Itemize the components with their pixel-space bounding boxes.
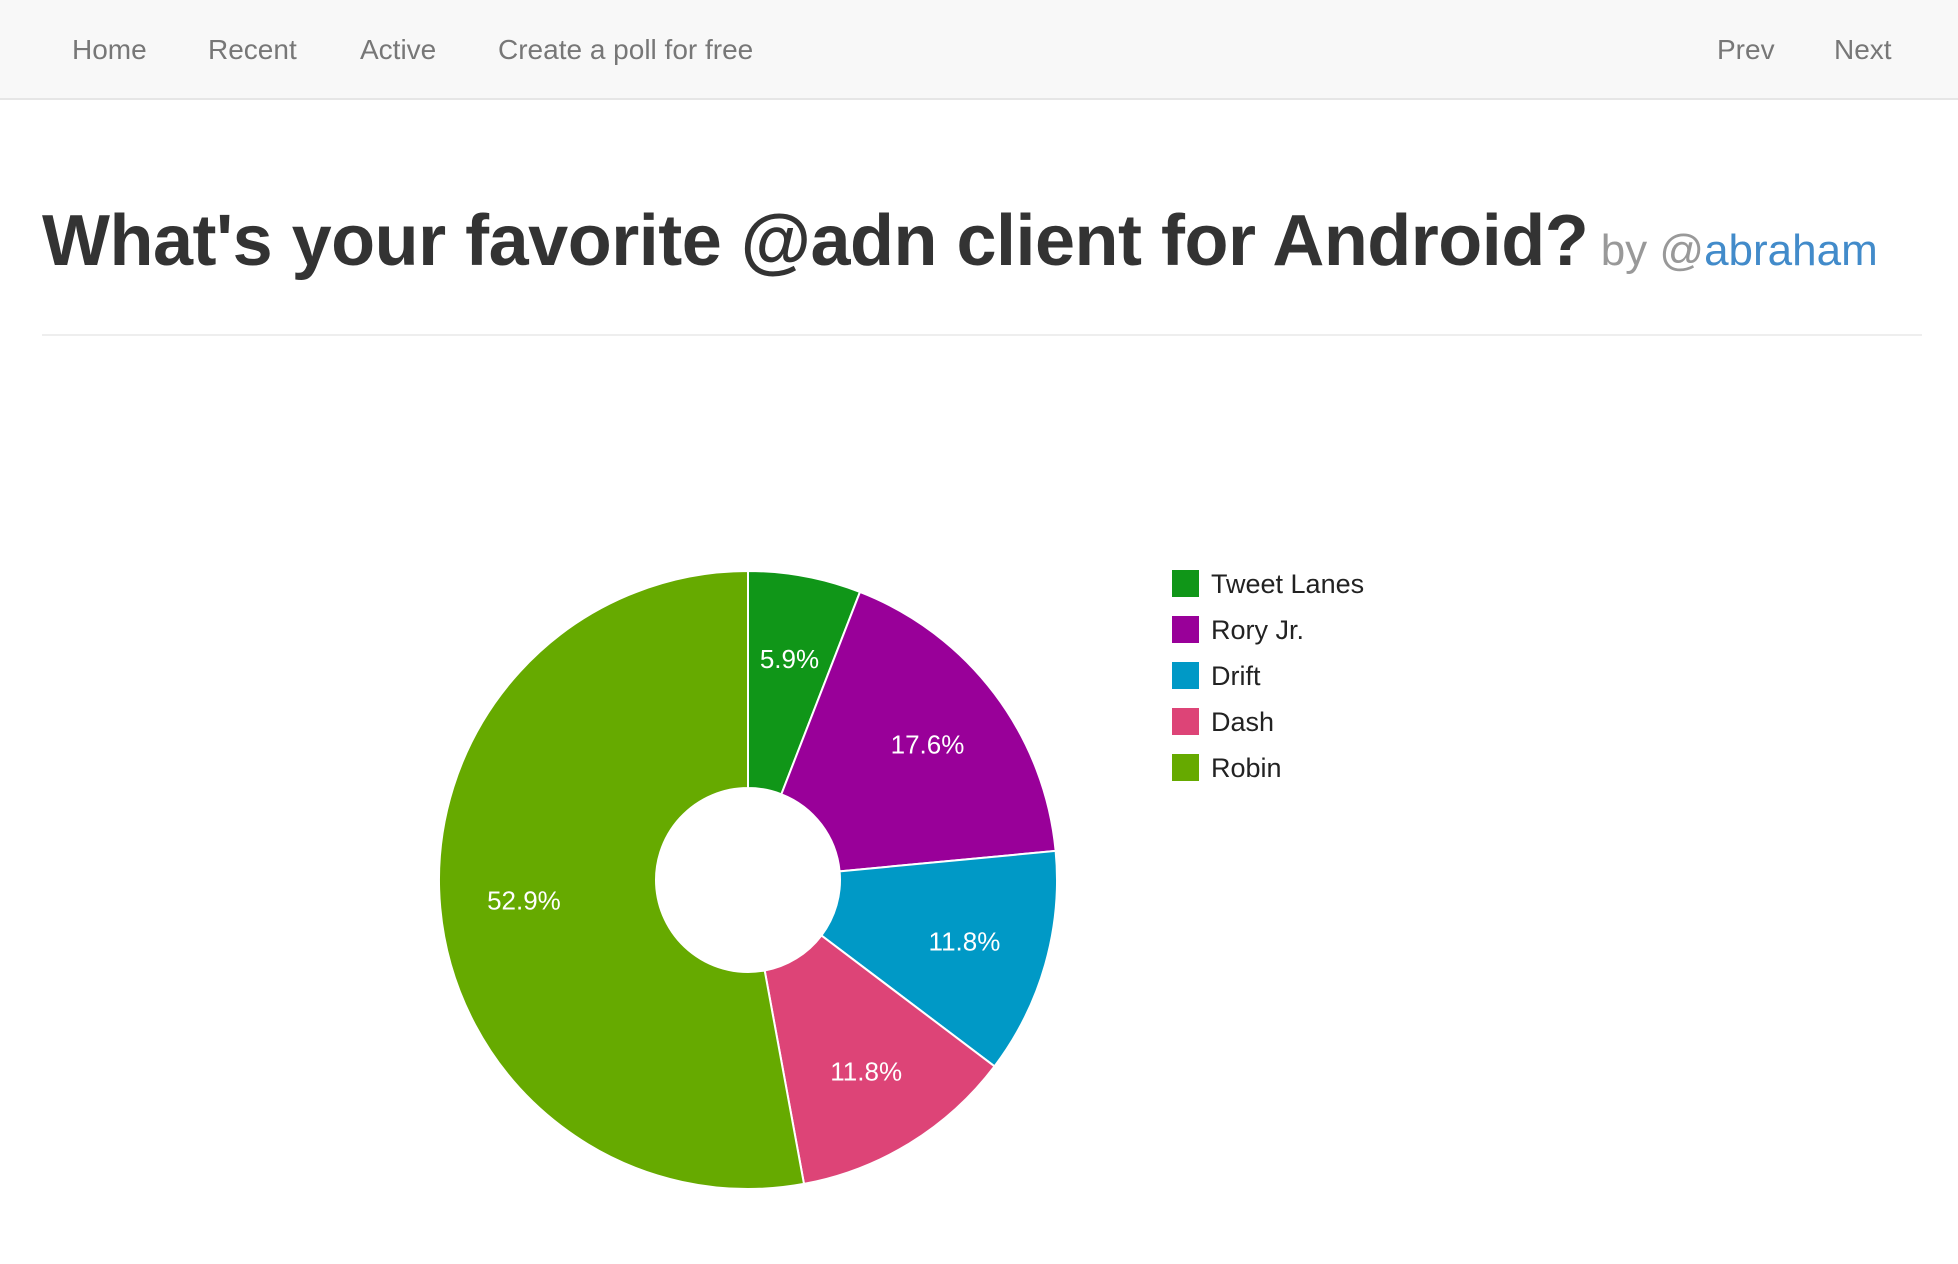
legend-label[interactable]: Rory Jr. <box>1211 615 1304 645</box>
slice-percent-label: 5.9% <box>760 644 819 674</box>
legend-swatch <box>1172 754 1199 781</box>
legend-swatch <box>1172 616 1199 643</box>
legend-swatch <box>1172 570 1199 597</box>
poll-results-donut-chart: 5.9% 17.6% 11.8% 11.8% 52.9% Tweet Lanes Rory… <box>438 569 1364 1190</box>
chart-legend: Tweet Lanes Rory Jr. Drift Dash Robin <box>1172 569 1364 783</box>
legend-label[interactable]: Drift <box>1211 661 1261 691</box>
legend-swatch <box>1172 708 1199 735</box>
slice-percent-label: 11.8% <box>929 926 1001 956</box>
slice-percent-label: 52.9% <box>487 885 561 915</box>
chart-slices <box>438 569 1059 1190</box>
legend-label[interactable]: Dash <box>1211 707 1274 737</box>
slice-percent-label: 11.8% <box>830 1056 902 1086</box>
legend-swatch <box>1172 662 1199 689</box>
slice-percent-label: 17.6% <box>891 729 965 759</box>
legend-label[interactable]: Robin <box>1211 753 1282 783</box>
legend-label[interactable]: Tweet Lanes <box>1211 569 1364 599</box>
